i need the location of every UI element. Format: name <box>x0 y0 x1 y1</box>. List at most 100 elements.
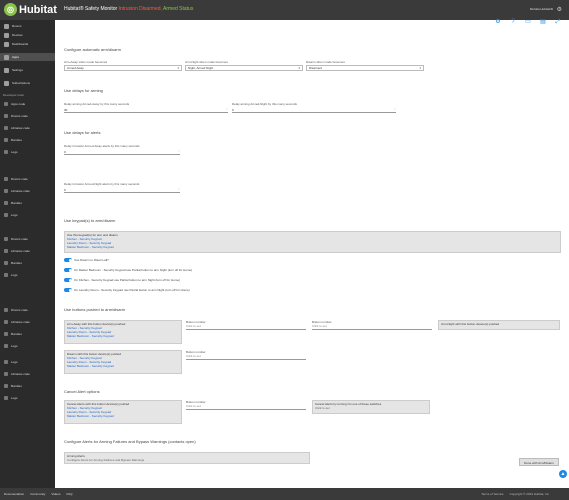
footer-link-documentation[interactable]: Documentation <box>4 492 24 496</box>
footer: Documentation Community Videos FAQ Terms… <box>0 488 569 500</box>
sidebar-item-drivers-code[interactable]: Drivers code <box>0 306 55 314</box>
button-number-value[interactable]: Click to set <box>186 324 306 330</box>
sidebar-item-bundles[interactable]: Bundles <box>0 136 55 144</box>
sidebar-item-label: Libraries code <box>11 189 30 193</box>
sidebar-item-apps[interactable]: Apps <box>0 53 55 61</box>
sidebar-item-logs[interactable]: Logs <box>0 148 55 156</box>
sidebar-item-libraries-code[interactable]: Libraries code <box>0 187 55 195</box>
code-icon <box>4 237 8 241</box>
sidebar-item-bundles[interactable]: Bundles <box>0 382 55 390</box>
arm-away-button-box[interactable]: Arm-Away with this button device(s) push… <box>64 320 182 344</box>
arm-night-select[interactable]: Night, Armed Night <box>185 65 303 71</box>
sidebar-item-drivers-code[interactable]: Drivers code <box>0 235 55 243</box>
logs-icon <box>4 360 8 364</box>
sidebar-item-label: Drivers code <box>11 237 28 241</box>
sidebar-item-apps-code[interactable]: Apps code <box>0 100 55 108</box>
code-icon <box>4 102 8 106</box>
keypad-master: Master Bedroom - Security Keypad <box>67 245 114 249</box>
arming-alerts-sub: Configure Alerts for Arming Failures and… <box>67 458 145 462</box>
sidebar-item-logs[interactable]: Logs <box>0 342 55 350</box>
subscriptions-icon <box>4 80 9 86</box>
toggle-row[interactable]: On Kitchen - Security Keypad use Partial… <box>64 278 180 282</box>
done-button[interactable]: Done with Arm/Disarm <box>519 458 559 466</box>
toggle-label: On Laundry Room - Security Keypad use Pa… <box>74 288 190 292</box>
sidebar-item-bundles[interactable]: Bundles <box>0 199 55 207</box>
footer-link-videos[interactable]: Videos <box>51 492 60 496</box>
cancel-alert-switches-box[interactable]: Cancel Alerts by turning On one of these… <box>312 400 430 414</box>
hub-info[interactable]: Mohala Hubitat/D <box>530 7 553 11</box>
toggle-switch[interactable] <box>64 268 72 272</box>
toggle-switch[interactable] <box>64 278 72 282</box>
toggle-switch[interactable] <box>64 288 72 292</box>
sidebar-item-dashboards[interactable]: Dashboards <box>0 40 55 48</box>
toggle-row[interactable]: On Master Bedroom - Security Keypad use … <box>64 268 192 272</box>
code-icon <box>4 177 8 181</box>
sidebar-item-drivers-code[interactable]: Drivers code <box>0 112 55 120</box>
footer-legal: Terms of Service Copyright © 2023 Hubita… <box>481 492 549 496</box>
section-title-keypads: Use keypad(s) to arm/disarm <box>64 218 116 223</box>
sidebar-item-label: Bundles <box>11 384 22 388</box>
away-delay-input[interactable]: 30 ⟋ <box>64 107 228 113</box>
disarm-label: Disarm when mode becomes <box>306 60 345 64</box>
toggle-label: On Master Bedroom - Security Keypad use … <box>74 268 193 272</box>
sidebar-item-rooms[interactable]: Rooms <box>0 22 55 30</box>
developer-tools-header[interactable]: Developer tools <box>3 93 24 97</box>
sidebar-item-libraries-code[interactable]: Libraries code <box>0 370 55 378</box>
scroll-top-icon[interactable]: ▲ <box>559 470 567 478</box>
toggle-row[interactable]: Use Disarm to Disarm all? <box>64 258 109 262</box>
away-alert-delay-input[interactable]: 0 ⟋ <box>64 149 180 155</box>
section-title-arming-delays: Use delays for arming <box>64 88 103 93</box>
armed-status: Armed Status <box>163 6 194 12</box>
disarm-button-box[interactable]: Disarm with this button device(s) pushed… <box>64 350 182 374</box>
arm-night-button-box[interactable]: Arm-Night with this button device(s) pus… <box>438 320 560 330</box>
sidebar-item-subscriptions[interactable]: Subscriptions <box>0 79 55 87</box>
footer-link-faq[interactable]: FAQ <box>66 492 72 496</box>
night-delay-input[interactable]: 0 ⟋ <box>232 107 396 113</box>
disarm-select[interactable]: Disarmed <box>306 65 424 71</box>
top-bar: ◎ Hubitat Hubitat® Safety Monitor Intrus… <box>0 0 569 20</box>
toggle-label: Use Disarm to Disarm all? <box>74 258 109 262</box>
sidebar-item-settings[interactable]: Settings <box>0 66 55 74</box>
hub-name: Mohala Hubitat/D <box>529 7 553 11</box>
arming-alerts-box[interactable]: Arming Alerts Configure Alerts for Armin… <box>64 452 310 464</box>
sidebar-item-label: Logs <box>11 150 18 154</box>
button-number-value[interactable]: Click to set <box>186 354 306 360</box>
sidebar-item-label: Bundles <box>11 261 22 265</box>
arm-night-button-number[interactable]: Button number Click to set <box>312 320 432 330</box>
sidebar-item-logs[interactable]: Logs <box>0 394 55 402</box>
night-alert-delay-input[interactable]: 0 ⟋ <box>64 187 180 193</box>
sidebar-item-bundles[interactable]: Bundles <box>0 259 55 267</box>
button-number-value[interactable]: Click to set <box>186 404 306 410</box>
toggle-label: On Kitchen - Security Keypad use Partial… <box>74 278 180 282</box>
hubitat-logo[interactable]: ◎ Hubitat <box>4 3 57 16</box>
disarm-button-number[interactable]: Button number Click to set <box>186 350 306 360</box>
section-title-cancel-alerts: Cancel Alert options <box>64 389 100 394</box>
logo-text: Hubitat <box>19 3 57 16</box>
sidebar-item-libraries-code[interactable]: Libraries code <box>0 124 55 132</box>
sidebar-item-logs[interactable]: Logs <box>0 358 55 366</box>
footer-link-community[interactable]: Community <box>30 492 45 496</box>
sidebar-item-devices[interactable]: Devices <box>0 31 55 39</box>
user-menu-icon[interactable]: ⚙ <box>557 6 562 13</box>
button-number-value[interactable]: Click to set <box>312 324 432 330</box>
cancel-button-number[interactable]: Button number Click to set <box>186 400 306 410</box>
sidebar-item-logs[interactable]: Logs <box>0 271 55 279</box>
cancel-alerts-button-box[interactable]: Cancel Alerts with this button device(s)… <box>64 400 182 424</box>
footer-copyright: Copyright © 2023 Hubitat, Inc <box>509 492 549 496</box>
section-title-buttons: Use buttons pushed to arm/disarm <box>64 307 126 312</box>
arm-away-button-number[interactable]: Button number Click to set <box>186 320 306 330</box>
sidebar-item-logs[interactable]: Logs <box>0 211 55 219</box>
arm-away-select[interactable]: Armed Away <box>64 65 182 71</box>
toggle-switch[interactable] <box>64 258 72 262</box>
keypad-select-box[interactable]: Use this keypad(s) for arm and disarm Ki… <box>64 231 561 253</box>
sidebar-item-drivers-code[interactable]: Drivers code <box>0 175 55 183</box>
sidebar-item-libraries-code[interactable]: Libraries code <box>0 247 55 255</box>
toggle-row[interactable]: On Laundry Room - Security Keypad use Pa… <box>64 288 190 292</box>
sidebar: Rooms Devices Dashboards Apps Settings S… <box>0 20 55 488</box>
sidebar-item-libraries-code[interactable]: Libraries code <box>0 318 55 326</box>
sidebar-item-label: Libraries code <box>11 249 30 253</box>
sidebar-item-bundles[interactable]: Bundles <box>0 330 55 338</box>
footer-link-terms[interactable]: Terms of Service <box>481 492 503 496</box>
sidebar-item-label: Drivers code <box>11 114 28 118</box>
bundles-icon <box>4 261 8 265</box>
